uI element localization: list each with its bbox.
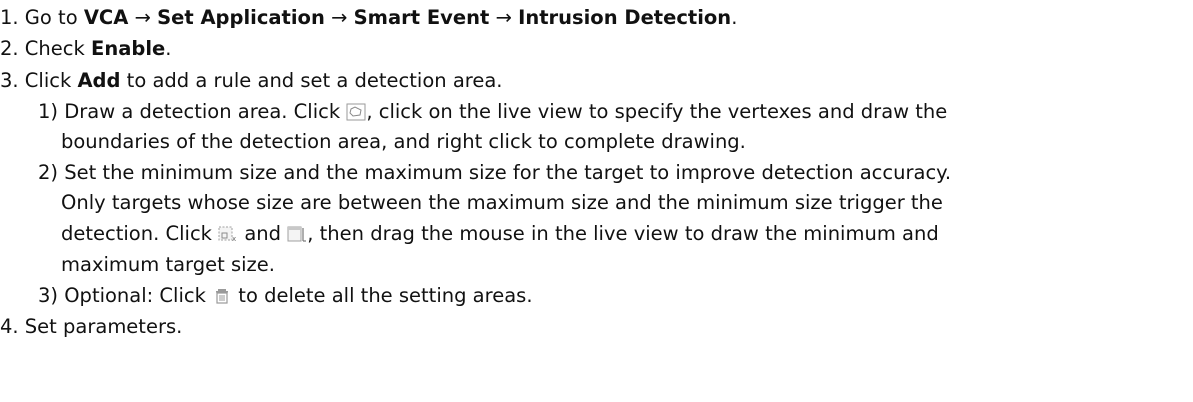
- step-3-3: 3) Optional: Click to delete all the set…: [38, 281, 533, 311]
- add-label: Add: [77, 69, 121, 92]
- path-arrow: →: [495, 6, 512, 29]
- step-3-3-text-a: 3) Optional: Click: [38, 284, 213, 307]
- step-3-2-line-3: detection. Click x and , then drag the m…: [61, 219, 939, 249]
- step-3-2-text-c: , then drag the mouse in the live view t…: [307, 222, 939, 245]
- step-1-prefix: 1. Go to: [0, 6, 84, 29]
- path-arrow: →: [134, 6, 151, 29]
- menu-path-vca: VCA: [83, 6, 129, 29]
- svg-text:x: x: [232, 235, 236, 243]
- step-3-2-line-2: Only targets whose size are between the …: [61, 191, 943, 214]
- step-3-1: 1) Draw a detection area. Click , click …: [38, 97, 947, 127]
- step-3-1-text-a: 1) Draw a detection area. Click: [38, 100, 347, 123]
- step-2-prefix: 2. Check: [0, 37, 91, 60]
- draw-area-icon: [346, 103, 366, 121]
- menu-path-intrusion-detection: Intrusion Detection: [518, 6, 732, 29]
- path-arrow: →: [331, 6, 348, 29]
- delete-icon: [212, 287, 232, 305]
- step-3-suffix: to add a rule and set a detection area.: [120, 69, 503, 92]
- enable-label: Enable: [91, 37, 166, 60]
- step-2-suffix: .: [165, 37, 172, 60]
- menu-path-smart-event: Smart Event: [353, 6, 490, 29]
- step-3-3-text-b: to delete all the setting areas.: [232, 284, 533, 307]
- min-size-icon: x: [218, 225, 238, 243]
- step-2: 2. Check Enable.: [0, 34, 171, 64]
- step-1-suffix: .: [731, 6, 738, 29]
- step-3-2-text-a: detection. Click: [61, 222, 219, 245]
- step-3: 3. Click Add to add a rule and set a det…: [0, 66, 503, 96]
- step-3-prefix: 3. Click: [0, 69, 78, 92]
- step-3-2-line-1: 2) Set the minimum size and the maximum …: [38, 161, 952, 184]
- max-size-icon: [287, 225, 307, 243]
- step-4: 4. Set parameters.: [0, 315, 183, 338]
- step-3-2-line-4: maximum target size.: [61, 253, 275, 276]
- step-3-1-text-b: , click on the live view to specify the …: [366, 100, 948, 123]
- step-3-2-text-b: and: [238, 222, 288, 245]
- menu-path-set-application: Set Application: [157, 6, 325, 29]
- step-1: 1. Go to VCA → Set Application → Smart E…: [0, 3, 737, 33]
- step-3-1-line-2: boundaries of the detection area, and ri…: [61, 130, 746, 153]
